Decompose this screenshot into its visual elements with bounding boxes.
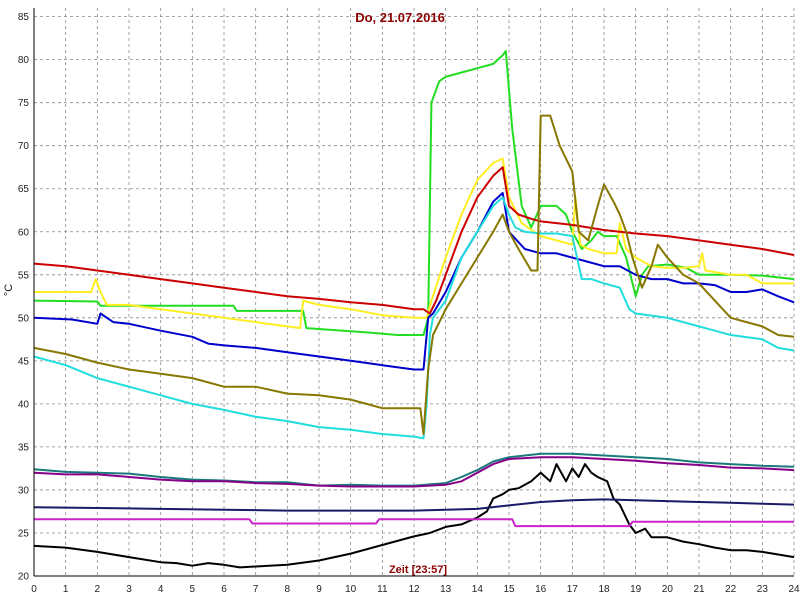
y-tick-label: 80 bbox=[18, 55, 30, 66]
x-tick-label: 1 bbox=[63, 584, 69, 595]
x-tick-label: 10 bbox=[345, 584, 357, 595]
x-axis-label: Zeit [23:57] bbox=[389, 564, 447, 576]
x-tick-label: 12 bbox=[408, 584, 420, 595]
y-tick-label: 20 bbox=[18, 572, 30, 583]
x-tick-label: 24 bbox=[788, 584, 800, 595]
y-tick-label: 30 bbox=[18, 485, 30, 496]
y-tick-label: 40 bbox=[18, 399, 30, 410]
y-tick-label: 50 bbox=[18, 313, 30, 324]
x-tick-label: 13 bbox=[440, 584, 452, 595]
x-tick-label: 5 bbox=[190, 584, 196, 595]
x-tick-label: 15 bbox=[503, 584, 515, 595]
y-tick-label: 35 bbox=[18, 442, 30, 453]
temperature-chart: 0 1 2 3 4 5 6 7 8 9 10 11 12 13 14 15 16 17 18 19 20 21 22 23 24… bbox=[3, 8, 800, 595]
x-tick-label: 11 bbox=[377, 584, 388, 595]
x-tick-label: 6 bbox=[221, 584, 227, 595]
y-tick-label: 55 bbox=[18, 270, 30, 281]
x-tick-label: 4 bbox=[158, 584, 164, 595]
y-tick-label: 85 bbox=[18, 12, 30, 23]
x-tick-label: 17 bbox=[567, 584, 579, 595]
x-tick-label: 2 bbox=[95, 584, 101, 595]
y-tick-labels: 20 25 30 35 40 45 50 55 60 65 70 75 80 85 bbox=[18, 12, 30, 582]
x-tick-label: 18 bbox=[598, 584, 610, 595]
y-tick-label: 25 bbox=[18, 528, 30, 539]
x-tick-label: 14 bbox=[472, 584, 484, 595]
chart-title: Do, 21.07.2016 bbox=[355, 10, 445, 25]
x-tick-label: 0 bbox=[31, 584, 37, 595]
x-tick-label: 3 bbox=[126, 584, 132, 595]
x-tick-label: 9 bbox=[316, 584, 322, 595]
x-tick-label: 21 bbox=[693, 584, 705, 595]
x-tick-labels: 0 1 2 3 4 5 6 7 8 9 10 11 12 13 14 15 16 17 18 19 20 21 22 23 24 bbox=[31, 584, 800, 595]
x-tick-label: 16 bbox=[535, 584, 547, 595]
x-tick-label: 22 bbox=[725, 584, 737, 595]
x-tick-label: 23 bbox=[757, 584, 769, 595]
y-tick-label: 75 bbox=[18, 98, 30, 109]
y-tick-label: 45 bbox=[18, 356, 30, 367]
y-tick-label: 70 bbox=[18, 141, 30, 152]
x-tick-label: 7 bbox=[253, 584, 259, 595]
y-tick-label: 65 bbox=[18, 184, 30, 195]
y-axis-label: °C bbox=[3, 284, 15, 296]
x-tick-label: 20 bbox=[662, 584, 674, 595]
x-tick-label: 19 bbox=[630, 584, 642, 595]
x-tick-label: 8 bbox=[285, 584, 291, 595]
y-tick-label: 60 bbox=[18, 227, 30, 238]
